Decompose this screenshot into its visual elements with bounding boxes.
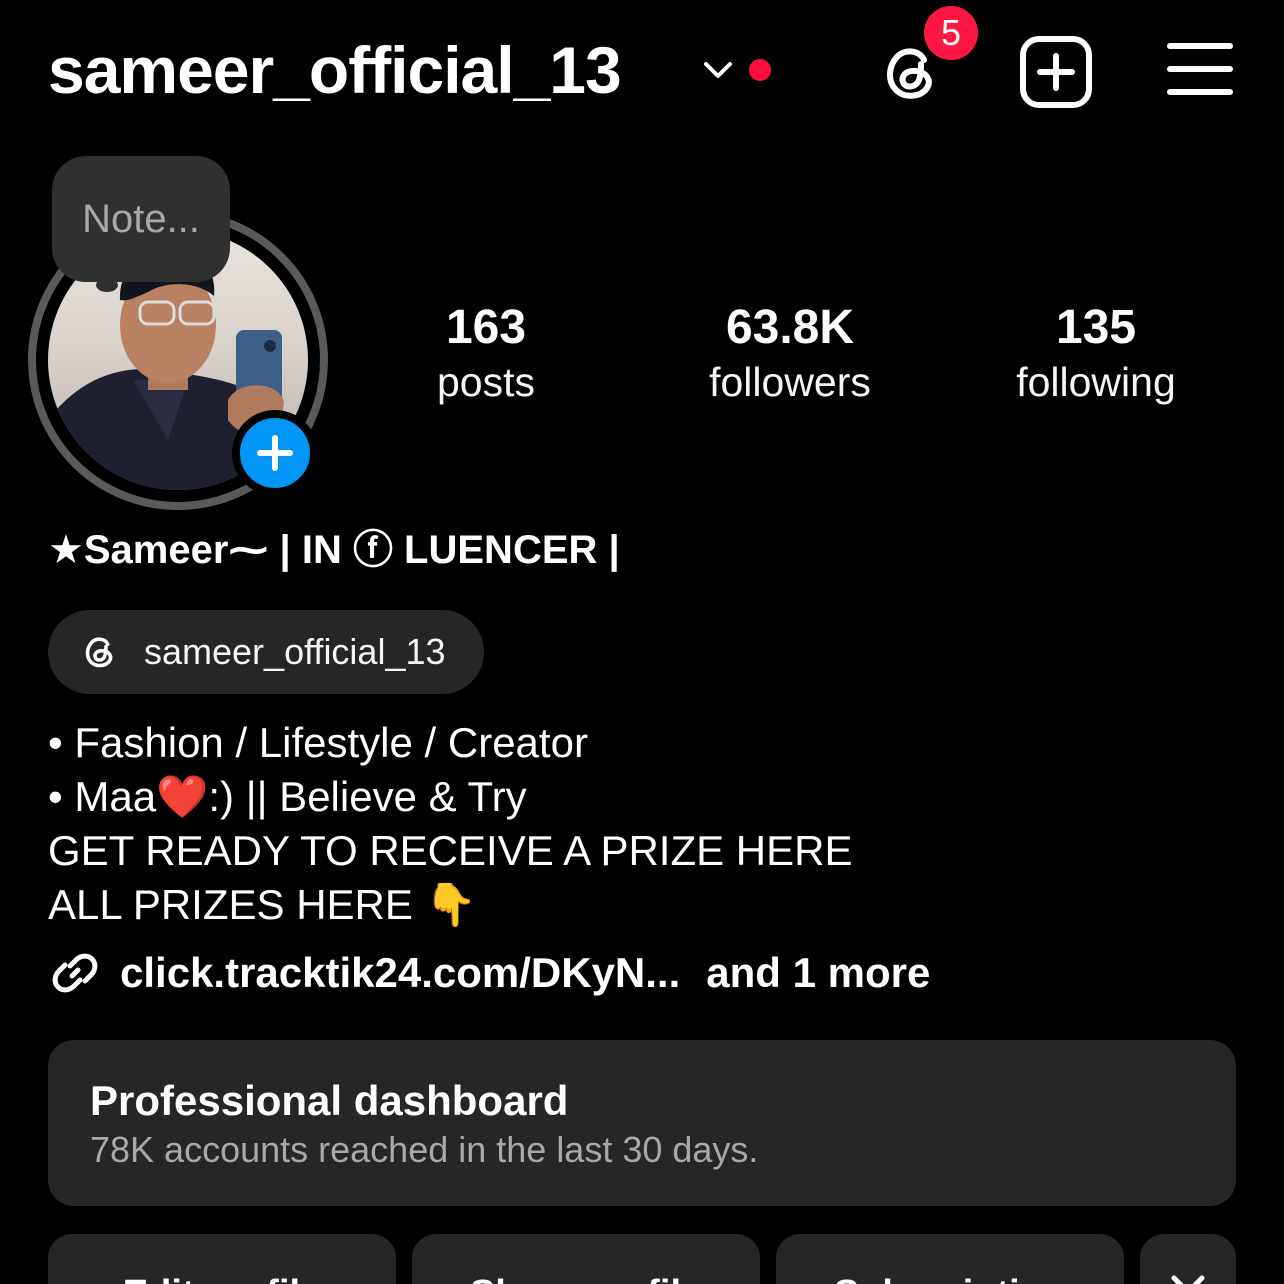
- dashboard-title: Professional dashboard: [90, 1077, 569, 1124]
- note-bubble[interactable]: Note...: [52, 156, 230, 282]
- stat-followers[interactable]: 63.8K followers: [670, 300, 910, 408]
- link-icon: [52, 953, 98, 993]
- threads-handle: sameer_official_13: [144, 631, 446, 672]
- plus-icon: [257, 435, 293, 471]
- add-story-button[interactable]: [232, 410, 318, 496]
- stat-value: 63.8K: [725, 301, 855, 354]
- bio-link-row[interactable]: click.tracktik24.com/DKyN... and 1 more: [48, 946, 930, 1000]
- profile-full-name: ★Sameer⁓ | IN ⓕ LUENCER |: [48, 528, 620, 572]
- stat-posts[interactable]: 163 posts: [366, 300, 606, 408]
- create-post-icon[interactable]: [1018, 34, 1094, 110]
- share-profile-button[interactable]: Share profile: [412, 1234, 760, 1284]
- edit-profile-button[interactable]: Edit profile: [48, 1234, 396, 1284]
- threads-profile-link[interactable]: sameer_official_13: [48, 610, 484, 694]
- suggested-accounts-button[interactable]: [1140, 1234, 1236, 1284]
- dashboard-subtitle: 78K accounts reached in the last 30 days…: [90, 1129, 759, 1170]
- stat-following[interactable]: 135 following: [976, 300, 1216, 408]
- profile-page: sameer_official_13 5 Note... 163 posts 6…: [0, 0, 1284, 1284]
- threads-icon: [85, 637, 113, 668]
- notification-badge: 5: [924, 6, 978, 60]
- stat-value: 163: [445, 301, 527, 354]
- stat-label: followers: [709, 359, 871, 405]
- bio-line: • Maa❤️:) || Believe & Try: [48, 773, 527, 820]
- unread-dot: [749, 59, 771, 81]
- note-bubble-tail: [96, 278, 118, 292]
- stat-value: 135: [1055, 301, 1137, 354]
- bio-line: ALL PRIZES HERE 👇: [48, 881, 477, 928]
- chevron-down-icon[interactable]: [700, 52, 736, 88]
- stat-label: posts: [437, 359, 535, 405]
- menu-icon[interactable]: [1166, 40, 1234, 98]
- subscription-button[interactable]: Subscription: [776, 1234, 1124, 1284]
- username-switcher[interactable]: sameer_official_13: [48, 28, 622, 112]
- bio-link[interactable]: click.tracktik24.com/DKyN...: [120, 949, 680, 997]
- stat-label: following: [1016, 359, 1176, 405]
- bio-line: • Fashion / Lifestyle / Creator: [48, 719, 588, 766]
- more-links[interactable]: and 1 more: [706, 949, 930, 997]
- bio-line: GET READY TO RECEIVE A PRIZE HERE: [48, 827, 853, 874]
- chevron-down-icon: [1171, 1275, 1205, 1284]
- bio: • Fashion / Lifestyle / Creator • Maa❤️:…: [48, 716, 852, 932]
- professional-dashboard-card[interactable]: Professional dashboard 78K accounts reac…: [48, 1040, 1236, 1206]
